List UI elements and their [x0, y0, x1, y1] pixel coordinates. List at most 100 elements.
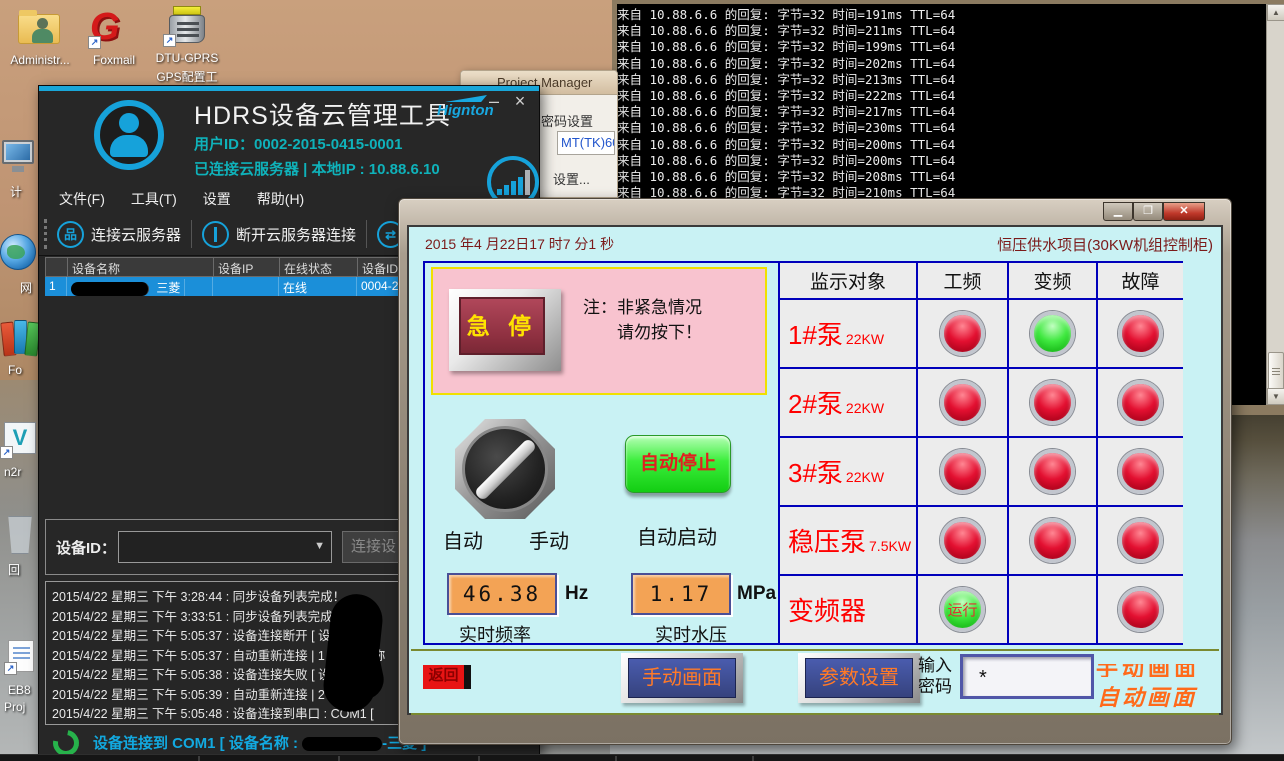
lamp-cell: 运行 — [918, 576, 1007, 643]
lamp-red-icon — [1118, 518, 1163, 563]
auto-stop-button[interactable]: 自动停止 — [625, 435, 731, 493]
table-row[interactable]: 1 三菱 在线 0004-2015-05 — [45, 277, 399, 296]
pressure-unit: MPa — [737, 583, 776, 605]
shortcut-arrow-icon: ↗ — [88, 36, 101, 49]
lamp-cell — [1009, 300, 1096, 367]
device-id-label: 设备ID： — [56, 537, 116, 558]
console-line: 来自 10.88.6.6 的回复: 字节=32 时间=230ms TTL=64 — [617, 117, 1266, 133]
icon-label-2: GPS配置工 — [155, 68, 219, 85]
device-id-dropdown[interactable]: ▼ — [118, 531, 332, 563]
header-var-freq: 变频 — [1009, 263, 1096, 298]
minimize-button[interactable]: ▁ — [1103, 202, 1133, 221]
lamp-cell — [1098, 438, 1183, 505]
header-monitor-object: 监示对象 — [780, 263, 916, 298]
disconnect-cloud-button[interactable]: 断开云服务器连接 — [192, 221, 366, 248]
console-line: 来自 10.88.6.6 的回复: 字节=32 时间=208ms TTL=64 — [617, 166, 1266, 182]
auto-start-label: 自动启动 — [637, 521, 717, 550]
manual-screen-button[interactable]: 手动画面 — [621, 653, 743, 703]
desktop-icon-administrator[interactable]: Administr... — [8, 6, 72, 67]
lamp-cell — [1098, 507, 1183, 574]
icon-label: DTU-GPRS — [155, 51, 219, 65]
lamp-red-icon — [1118, 311, 1163, 356]
close-button[interactable]: ✕ — [1163, 202, 1205, 221]
shortcut-arrow-icon: ↗ — [163, 34, 176, 47]
window-accent-bar — [39, 86, 539, 91]
lamp-red-icon — [1030, 449, 1075, 494]
pressure-display: 1.17 — [631, 573, 731, 615]
user-icon — [32, 18, 54, 44]
col-device-name: 设备名称 — [68, 258, 214, 276]
auto-manual-knob[interactable] — [455, 419, 555, 519]
chevron-down-icon: ▼ — [314, 540, 325, 552]
pump-label: 2#泵22KW — [780, 369, 916, 436]
password-label: 输入 密码 — [918, 655, 952, 697]
col-device-id: 设备ID — [358, 258, 398, 276]
lamp-cell — [1098, 300, 1183, 367]
minimize-button[interactable]: – — [483, 91, 505, 112]
desktop-icon-dtu-gprs[interactable]: ↗ DTU-GPRS GPS配置工 — [155, 4, 219, 85]
menu-settings[interactable]: 设置 — [203, 189, 231, 209]
param-settings-button[interactable]: 参数设置 — [798, 653, 920, 703]
lamp-red-icon — [940, 449, 985, 494]
frequency-display: 46.38 — [447, 573, 557, 615]
lamp-cell — [918, 300, 1007, 367]
password-settings-label: 密码设置 — [541, 111, 593, 130]
frequency-label: 实时频率 — [459, 621, 531, 647]
lamp-cell — [1009, 369, 1096, 436]
pump-label: 1#泵22KW — [780, 300, 916, 367]
hmi-window: ▁ ❐ ✕ 2015 年4 月22日17 时7 分1 秒 恒压供水项目(30KW… — [398, 198, 1232, 745]
pump-label: 变频器 — [780, 576, 916, 643]
scrollbar-thumb[interactable] — [1268, 352, 1284, 392]
password-input[interactable]: * — [960, 654, 1094, 699]
emergency-stop-button[interactable]: 急 停 — [459, 297, 545, 355]
connect-cloud-button[interactable]: 品 连接云服务器 — [47, 221, 191, 248]
separator-line — [411, 713, 1219, 715]
console-scrollbar[interactable]: ▲ ▼ — [1266, 4, 1284, 405]
lamp-green-icon: 运行 — [940, 587, 985, 632]
lamp-green-icon — [1030, 311, 1075, 356]
ghost-text-auto-screen: 自动画面 — [1097, 680, 1197, 712]
back-button[interactable]: 返回 — [423, 665, 471, 689]
device-table: 设备名称 设备IP 在线状态 设备ID 1 三菱 在线 0004-2015-05 — [45, 257, 399, 296]
menu-tools[interactable]: 工具(T) — [131, 189, 177, 209]
console-line: 来自 10.88.6.6 的回复: 字节=32 时间=222ms TTL=64 — [617, 85, 1266, 101]
lamp-cell — [1009, 507, 1096, 574]
app-title: HDRS设备云管理工具 — [194, 96, 451, 132]
lamp-red-icon — [1030, 518, 1075, 563]
device-id-group: 设备ID： ▼ 连接设 — [45, 519, 399, 575]
settings-link[interactable]: 设置... — [553, 169, 590, 188]
frequency-unit: Hz — [565, 583, 588, 605]
console-line: 来自 10.88.6.6 的回复: 字节=32 时间=200ms TTL=64 — [617, 150, 1266, 166]
lamp-red-icon — [940, 518, 985, 563]
close-button[interactable]: × — [509, 91, 531, 112]
computer-icon — [2, 140, 34, 164]
scroll-down-icon[interactable]: ▼ — [1267, 388, 1284, 405]
lamp-red-icon — [1118, 380, 1163, 425]
col-online-status: 在线状态 — [280, 258, 358, 276]
menu-help[interactable]: 帮助(H) — [257, 189, 304, 209]
redaction — [71, 282, 149, 296]
desktop-icon-foxmail[interactable]: G↗ Foxmail — [82, 6, 146, 67]
model-field[interactable]: MT(TK)60 — [557, 131, 615, 155]
estop-panel: 急 停 注：非紧急情况 请勿按下！ — [431, 267, 767, 395]
estop-frame: 急 停 — [449, 289, 561, 371]
ghost-text-clipped: 手动画面 — [1096, 664, 1208, 677]
menu-bar: 文件(F) 工具(T) 设置 帮助(H) — [59, 189, 304, 209]
taskbar[interactable] — [0, 754, 1284, 761]
menu-file[interactable]: 文件(F) — [59, 189, 105, 209]
lamp-red-icon — [1030, 380, 1075, 425]
lamp-red-icon — [940, 380, 985, 425]
window-controls: ▁ ❐ ✕ — [1103, 202, 1205, 221]
project-title: 恒压供水项目(30KW机组控制柜) — [997, 234, 1213, 255]
console-line: 来自 10.88.6.6 的回复: 字节=32 时间=217ms TTL=64 — [617, 101, 1266, 117]
header-line-freq: 工频 — [918, 263, 1007, 298]
button-label: 连接云服务器 — [91, 224, 181, 245]
lamp-cell — [918, 507, 1007, 574]
lamp-cell — [1098, 369, 1183, 436]
monitor-table: 监示对象 工频 变频 故障 1#泵22KW2#泵22KW3#泵22KW稳压泵7.… — [778, 261, 1183, 645]
scroll-up-icon[interactable]: ▲ — [1267, 4, 1284, 21]
maximize-button[interactable]: ❐ — [1133, 202, 1163, 221]
pump-label: 稳压泵7.5KW — [780, 507, 916, 574]
icon-label: Administr... — [8, 53, 72, 67]
lamp-cell — [1009, 438, 1096, 505]
